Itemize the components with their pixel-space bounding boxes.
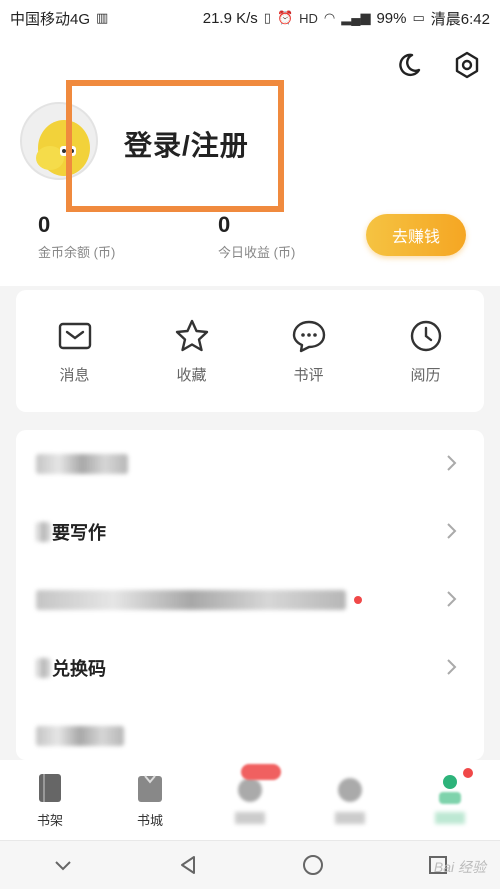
tab-bookstore[interactable]: 书城 [115,770,185,829]
hd-icon: HD [299,10,318,26]
bottom-tab-bar: 书架 书城 [0,760,500,840]
settings-icon[interactable] [452,50,482,80]
menu-row-3[interactable] [16,566,484,634]
menu-row-write[interactable]: 要写作 [16,498,484,566]
profile-header: 登录/注册 0 金币余额 (币) 0 今日收益 (币) 去赚钱 [0,36,500,286]
quick-actions-card: 消息 收藏 书评 阅历 [16,290,484,412]
clock-icon [410,320,441,351]
today-earnings-label: 今日收益 (币) [218,245,296,260]
chevron-right-icon [447,659,457,675]
menu-row-redeem-label: 兑换码 [52,659,106,679]
wifi-icon: ◠ [323,10,336,25]
profile-tab-icon [439,775,461,804]
comment-icon [292,320,325,352]
blurred-text [36,658,50,678]
star-icon [175,319,208,351]
blurred-tab-label [435,812,465,824]
coin-balance-label: 金币余额 (币) [38,245,116,260]
notification-dot [463,768,473,778]
system-nav-bar [0,840,500,889]
coin-balance-value: 0 [38,212,51,237]
blurred-tab-label [335,812,365,824]
quick-label-favorites: 收藏 [176,366,207,384]
signal-bars-icon: ▥ [96,10,109,25]
message-icon [58,322,91,349]
tab-label-bookstore: 书城 [136,813,163,828]
blurred-text [36,454,128,474]
chevron-right-icon [447,523,457,539]
back-icon[interactable] [176,853,200,877]
quick-item-favorites[interactable]: 收藏 [147,318,237,385]
cell-signal-icon: ▂▄▆ [341,10,371,25]
tab-bookshelf[interactable]: 书架 [15,770,85,829]
chevron-right-icon [447,591,457,607]
home-icon[interactable] [301,853,325,877]
menu-row-redeem[interactable]: 兑换码 [16,634,484,702]
vibrate-icon: ▯ [263,10,271,25]
earn-money-button[interactable]: 去赚钱 [366,214,466,256]
tab-3[interactable] [215,764,285,824]
menu-row-write-label: 要写作 [52,523,106,543]
blurred-tab-label [235,812,265,824]
quick-label-reviews: 书评 [293,366,324,384]
tab-profile[interactable] [415,768,485,824]
chevron-right-icon [447,455,457,471]
highlight-box [66,80,284,212]
today-earnings-value: 0 [218,212,231,237]
blurred-text [36,522,50,542]
status-bar: 中国移动4G ▥ 21.9 K/s ▯ ⏰ HD ◠ ▂▄▆ 99% ▭ 清晨6… [0,0,500,36]
quick-label-history: 阅历 [410,366,441,384]
watermark: Bai 经验 [433,859,486,875]
quick-label-message: 消息 [59,366,90,384]
blurred-text [36,726,124,746]
quick-item-reviews[interactable]: 书评 [264,318,354,385]
carrier-text: 中国移动4G [10,10,91,28]
bookstore-icon [138,775,162,802]
bookshelf-icon [39,774,61,802]
menu-row-1[interactable] [16,430,484,498]
network-speed: 21.9 K/s [202,9,258,27]
coin-balance[interactable]: 0 金币余额 (币) [38,212,115,261]
menu-list-card: 要写作 兑换码 [16,430,484,760]
tab-4[interactable] [315,770,385,824]
tab-label-bookshelf: 书架 [36,813,63,828]
battery-icon: ▭ [412,10,425,25]
today-earnings[interactable]: 0 今日收益 (币) [218,212,295,261]
tab-badge [241,764,281,780]
blurred-text [36,590,346,610]
quick-item-history[interactable]: 阅历 [381,318,471,385]
night-mode-icon[interactable] [394,50,424,80]
battery-percent: 99% [376,9,407,27]
clock-time: 清晨6:42 [430,10,490,28]
alarm-icon: ⏰ [276,10,294,25]
notification-dot [354,596,362,604]
chevron-down-icon[interactable] [51,853,75,877]
quick-item-message[interactable]: 消息 [30,318,120,385]
blurred-tab-icon [338,778,362,802]
